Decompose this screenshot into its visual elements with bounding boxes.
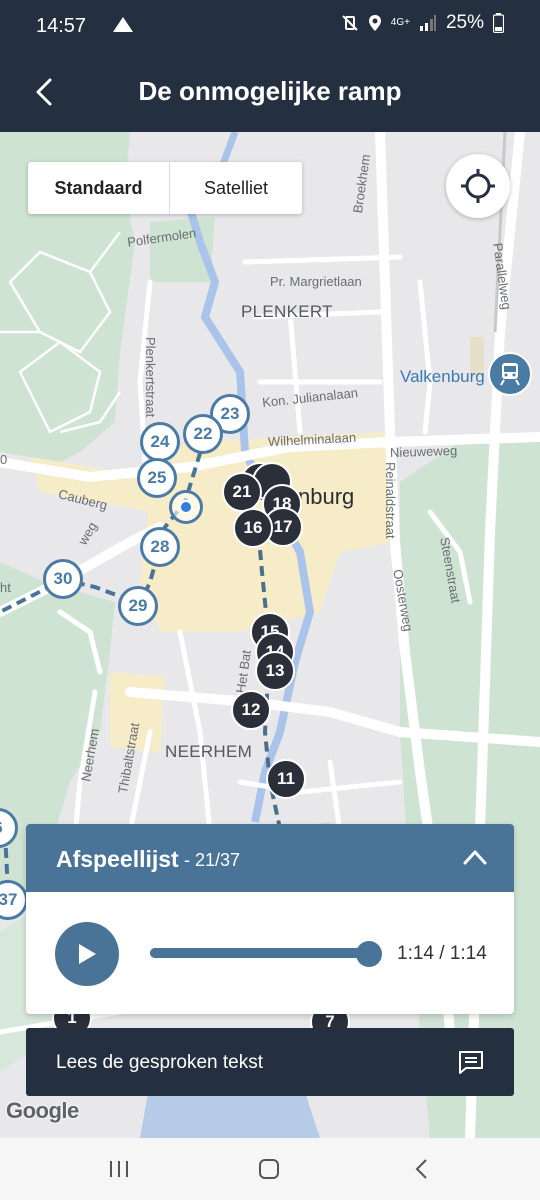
home-icon [259,1159,279,1179]
train-icon [500,363,520,386]
street-label: Reinaldstraat [383,462,398,539]
stop-marker[interactable]: 21 [222,472,262,512]
recent-apps-icon [110,1161,128,1177]
location-icon [368,15,381,31]
notification-icon [113,17,133,32]
battery-icon [493,13,504,33]
street-label: Plenkertstraat [143,337,158,418]
map-type-toggle: Standaard Satelliet [28,162,302,214]
playlist-count: - 21/37 [184,850,241,870]
crosshair-icon [461,169,495,203]
stop-marker[interactable]: 28 [140,527,180,567]
page-title: De onmogelijke ramp [138,76,402,106]
train-station-icon[interactable] [488,352,532,396]
stop-marker[interactable]: 25 [137,458,177,498]
location-dot-icon [179,500,193,514]
recent-apps-button[interactable] [99,1152,139,1186]
status-icons: 4G+ 25% [341,12,504,34]
playlist-header[interactable]: Afspeellijst - 21/37 [26,824,514,892]
stop-marker[interactable]: 29 [118,586,158,626]
back-nav-button[interactable] [401,1152,441,1186]
street-label: 0 [0,452,8,467]
audio-progress-bar[interactable] [150,948,366,958]
system-nav-bar [0,1138,540,1200]
message-icon [459,1051,483,1074]
station-label: Valkenburg [400,367,485,386]
my-location-button[interactable] [446,154,510,218]
signal-icon [419,15,436,31]
district-label: NEERHEM [165,742,253,761]
chevron-up-icon[interactable] [462,848,488,866]
playlist-title: Afspeellijst [56,846,179,872]
audio-progress-fill [150,948,366,958]
read-transcript-label: Lees de gesproken tekst [56,1052,264,1073]
playlist-panel: Afspeellijst - 21/37 1:14 / 1:14 [26,824,514,1014]
stop-marker[interactable]: 13 [255,651,295,691]
current-location-marker [169,490,203,524]
stop-marker[interactable]: 16 [233,508,273,548]
app-bar: De onmogelijke ramp [0,52,540,132]
google-attribution: Google [6,1098,79,1123]
stop-marker[interactable]: 30 [43,559,83,599]
chevron-left-icon [415,1159,427,1179]
vibrate-off-icon [342,15,358,31]
town-label: nburg [298,484,355,509]
satellite-map-button[interactable]: Satelliet [170,162,302,214]
play-icon [79,944,96,964]
read-transcript-button[interactable]: Lees de gesproken tekst [26,1028,514,1096]
street-label: Nieuweweg [389,442,458,461]
district-label: PLENKERT [241,302,333,321]
stop-marker[interactable]: 22 [183,414,223,454]
standard-map-button[interactable]: Standaard [28,162,170,214]
home-button[interactable] [249,1152,289,1186]
street-label: Pr. Margrietlaan [270,274,362,289]
audio-progress-handle[interactable] [356,941,382,967]
play-button[interactable] [55,922,119,986]
stop-marker[interactable]: 24 [140,422,180,462]
network-type: 4G+ [390,17,410,28]
status-time: 14:57 [36,15,87,37]
stop-marker[interactable]: 12 [231,690,271,730]
battery-percent: 25% [445,12,484,33]
street-label: ht [0,580,11,595]
status-bar: 14:57 4G+ 25% [0,0,540,52]
audio-time: 1:14 / 1:14 [397,943,487,964]
stop-marker[interactable]: 11 [266,759,306,799]
